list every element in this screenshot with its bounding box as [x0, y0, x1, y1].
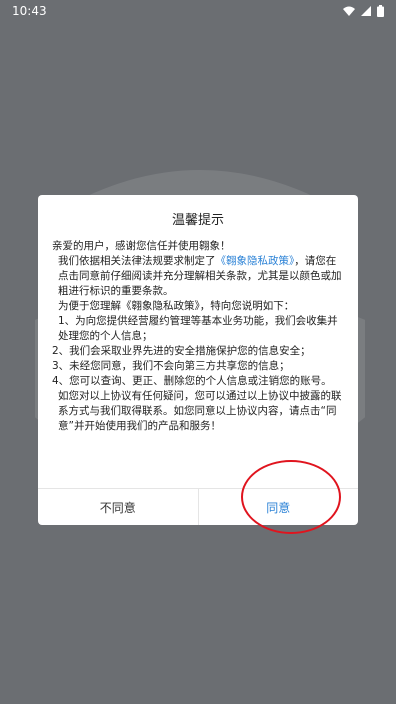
explanation-text: 为便于您理解《翱象隐私政策》，特向您说明如下：: [58, 300, 295, 312]
status-bar: 10:43: [0, 0, 396, 22]
status-icons: [343, 5, 384, 17]
agree-button[interactable]: 同意: [199, 489, 359, 525]
status-time: 10:43: [12, 4, 47, 18]
signal-icon: [361, 6, 371, 16]
privacy-dialog: 温馨提示 亲爱的用户，感谢您信任并使用翱象！ 我们依据相关法律法规要求制定了《翱…: [38, 195, 358, 525]
greeting-text: 亲爱的用户，感谢您信任并使用翱象！: [52, 240, 231, 252]
dialog-button-bar: 不同意 同意: [38, 488, 358, 525]
battery-icon: [377, 5, 384, 17]
wifi-icon: [343, 6, 355, 16]
privacy-policy-link[interactable]: 《翱象隐私政策》: [216, 255, 295, 267]
intro-prefix: 我们依据相关法律法规要求制定了: [58, 255, 216, 267]
list-item: 4、您可以查询、更正、删除您的个人信息或注销您的账号。: [52, 375, 332, 387]
list-item: 2、我们会采取业界先进的安全措施保护您的信息安全；: [52, 345, 311, 357]
list-item: 3、未经您同意，我们不会向第三方共享您的信息；: [52, 360, 290, 372]
list-item: 1、为向您提供经营履约管理等基本业务功能，我们会收集并处理您的个人信息；: [58, 315, 338, 342]
intro-paragraph: 我们依据相关法律法规要求制定了《翱象隐私政策》，请您在点击同意前仔细阅读并充分理…: [52, 254, 344, 299]
dialog-body: 亲爱的用户，感谢您信任并使用翱象！ 我们依据相关法律法规要求制定了《翱象隐私政策…: [52, 239, 344, 434]
closing-text: 如您对以上协议有任何疑问，您可以通过以上协议中披露的联系方式与我们取得联系。如您…: [58, 390, 342, 432]
dialog-title: 温馨提示: [171, 212, 224, 228]
disagree-button[interactable]: 不同意: [38, 489, 199, 525]
